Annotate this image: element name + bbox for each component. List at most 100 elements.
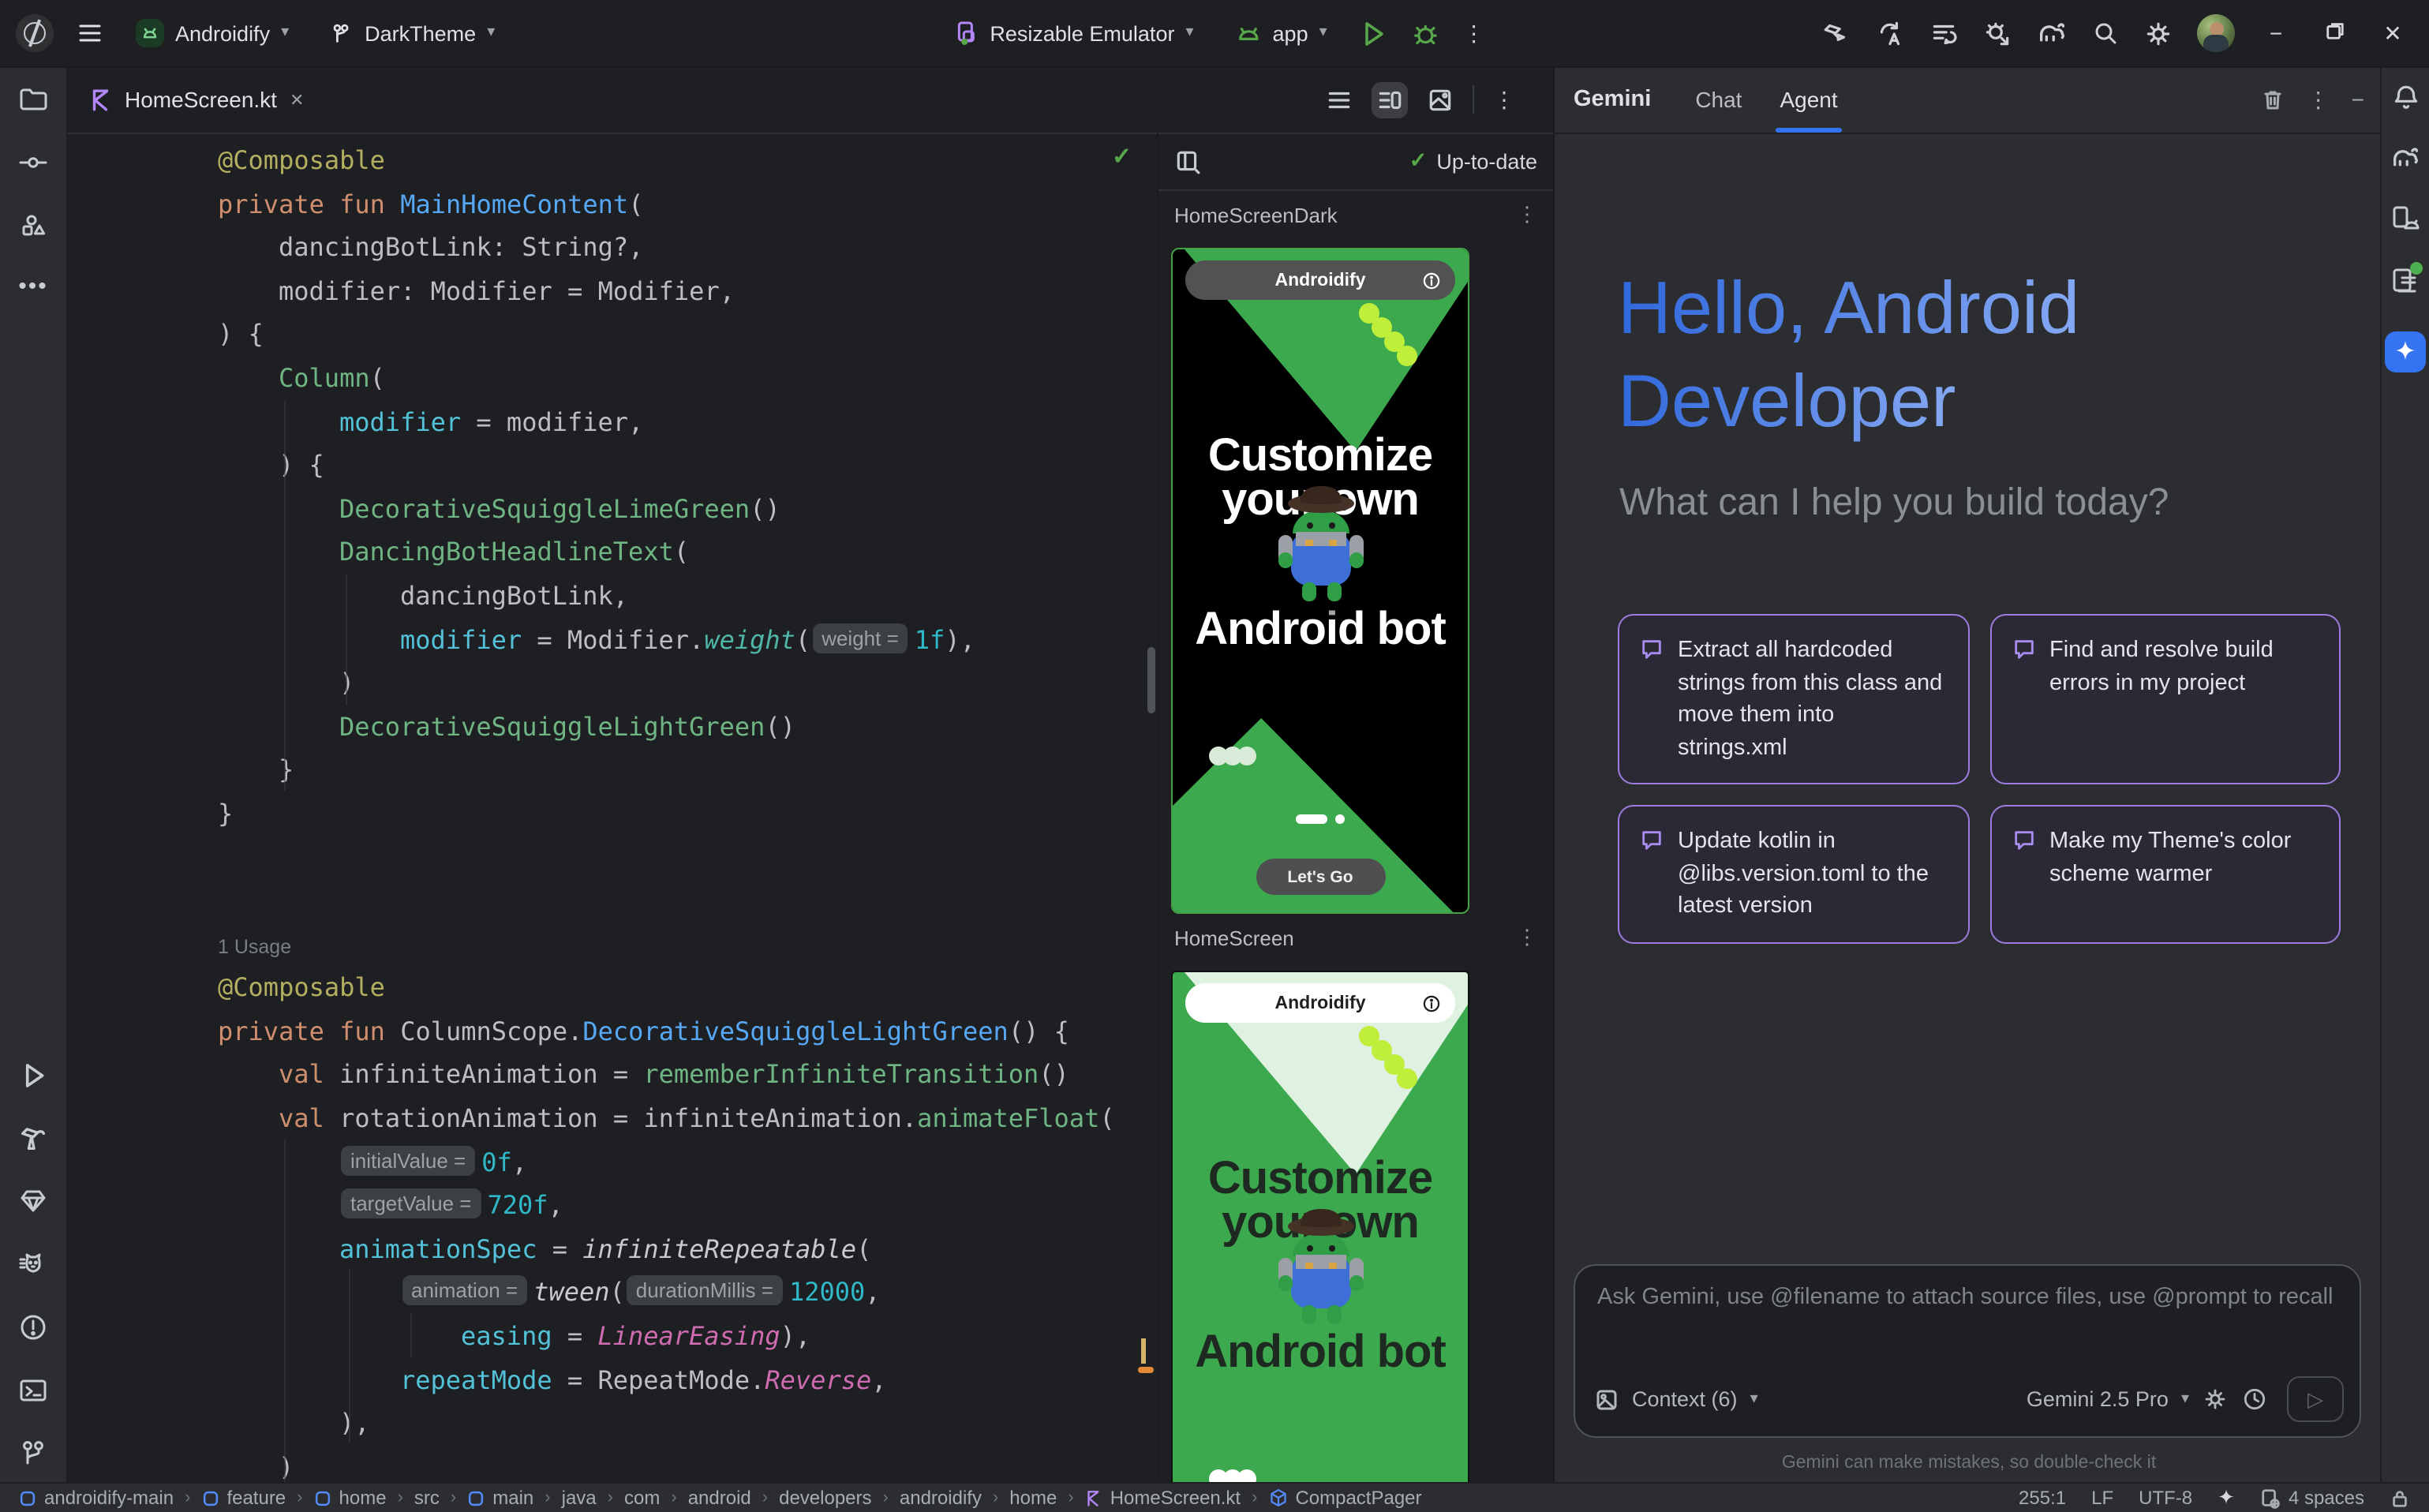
- code-line[interactable]: private fun ColumnScope.DecorativeSquigg…: [66, 1010, 1157, 1054]
- code-line[interactable]: @Composable: [66, 967, 1157, 1010]
- gradle-sync-icon[interactable]: [2036, 17, 2068, 49]
- file-encoding[interactable]: UTF-8: [2139, 1487, 2192, 1509]
- code-line[interactable]: DancingBotHeadlineText(: [66, 531, 1157, 574]
- device-selector[interactable]: Resizable Emulator ▾: [944, 14, 1203, 52]
- user-avatar[interactable]: [2197, 14, 2235, 52]
- close-tab-icon[interactable]: ✕: [290, 89, 304, 110]
- notifications-bell-icon[interactable]: [2390, 82, 2420, 112]
- preview-options-icon[interactable]: ⋮: [1517, 925, 1537, 950]
- code-line[interactable]: initialValue =0f,: [66, 1140, 1157, 1184]
- panel-options-icon[interactable]: ⋮: [2307, 86, 2330, 113]
- breadcrumb-item[interactable]: com: [624, 1487, 660, 1509]
- commit-tool-icon[interactable]: [17, 147, 49, 178]
- gemini-suggestion-card[interactable]: Find and resolve build errors in my proj…: [1989, 614, 2341, 785]
- version-control-icon[interactable]: [17, 1438, 49, 1469]
- gemini-tab-agent[interactable]: Agent: [1761, 66, 1856, 133]
- preview-layout-icon[interactable]: [1174, 148, 1201, 174]
- breadcrumb-item[interactable]: CompactPager: [1268, 1487, 1421, 1509]
- breadcrumb-item[interactable]: androidify: [900, 1487, 982, 1509]
- running-devices-icon[interactable]: [2390, 265, 2421, 301]
- code-line[interactable]: dancingBotLink: String?,: [66, 226, 1157, 269]
- breadcrumb-item[interactable]: HomeScreen.kt: [1085, 1487, 1241, 1509]
- code-line[interactable]: DecorativeSquiggleLightGreen(): [66, 705, 1157, 748]
- ai-sparkle-icon[interactable]: ✦: [2218, 1485, 2235, 1510]
- more-actions-icon[interactable]: ⋮: [1463, 20, 1485, 47]
- code-line[interactable]: }: [66, 749, 1157, 792]
- code-line[interactable]: [66, 836, 1157, 879]
- gemini-suggestion-card[interactable]: Extract all hardcoded strings from this …: [1618, 614, 1969, 785]
- gemini-prompt-input[interactable]: Ask Gemini, use @filename to attach sour…: [1574, 1264, 2361, 1438]
- inspections-ok-icon[interactable]: ✓: [1112, 142, 1132, 170]
- gradle-tool-icon[interactable]: [2390, 142, 2421, 174]
- branch-selector[interactable]: DarkTheme ▾: [320, 15, 504, 51]
- code-line[interactable]: animationSpec = infiniteRepeatable(: [66, 1228, 1157, 1271]
- run-tool-icon[interactable]: [18, 1061, 48, 1091]
- code-line[interactable]: 1 Usage: [66, 923, 1157, 966]
- code-line[interactable]: Column(: [66, 357, 1157, 400]
- caret-position[interactable]: 255:1: [2019, 1487, 2066, 1509]
- code-line[interactable]: [66, 879, 1157, 923]
- breadcrumb-item[interactable]: main: [467, 1487, 533, 1509]
- code-line[interactable]: ): [66, 661, 1157, 705]
- window-minimize-button[interactable]: −: [2259, 21, 2293, 46]
- code-line[interactable]: val infiniteAnimation = rememberInfinite…: [66, 1054, 1157, 1097]
- terminal-tool-icon[interactable]: [17, 1375, 49, 1406]
- breadcrumb-item[interactable]: developers: [779, 1487, 871, 1509]
- lets-go-button[interactable]: Let's Go: [1256, 859, 1385, 895]
- code-line[interactable]: ) {: [66, 313, 1157, 357]
- model-selector[interactable]: Gemini 2.5 Pro: [2027, 1387, 2169, 1411]
- clear-chat-icon[interactable]: [2260, 87, 2285, 112]
- code-line[interactable]: }: [66, 792, 1157, 836]
- code-line[interactable]: modifier = Modifier.weight(weight =1f),: [66, 618, 1157, 661]
- hide-panel-icon[interactable]: −: [2352, 87, 2364, 112]
- settings-gear-icon[interactable]: [2143, 18, 2173, 48]
- editor-scrollbar[interactable]: [1147, 647, 1155, 713]
- debug-button[interactable]: [1411, 18, 1441, 48]
- window-close-button[interactable]: ✕: [2375, 20, 2410, 47]
- info-icon[interactable]: [1422, 271, 1441, 290]
- design-view-icon[interactable]: [1427, 86, 1454, 113]
- context-chip[interactable]: Context (6): [1632, 1387, 1738, 1411]
- breadcrumb-item[interactable]: java: [562, 1487, 597, 1509]
- code-line[interactable]: val rotationAnimation = infiniteAnimatio…: [66, 1097, 1157, 1140]
- code-line[interactable]: repeatMode = RepeatMode.Reverse,: [66, 1358, 1157, 1402]
- attach-context-icon[interactable]: [1594, 1387, 1619, 1412]
- editor-options-icon[interactable]: ⋮: [1493, 86, 1515, 113]
- gemini-suggestion-card[interactable]: Update kotlin in @libs.version.toml to t…: [1618, 806, 1969, 944]
- code-line[interactable]: @Composable: [66, 139, 1157, 182]
- code-line[interactable]: easing = LinearEasing),: [66, 1315, 1157, 1358]
- code-line[interactable]: modifier = modifier,: [66, 400, 1157, 443]
- code-line[interactable]: ): [66, 1446, 1157, 1484]
- build-icon[interactable]: [1821, 18, 1851, 48]
- line-ending[interactable]: LF: [2091, 1487, 2113, 1509]
- breadcrumb-item[interactable]: src: [414, 1487, 440, 1509]
- code-editor[interactable]: @Composableprivate fun MainHomeContent(d…: [66, 133, 1157, 1484]
- window-restore-button[interactable]: [2317, 21, 2352, 46]
- run-config-selector[interactable]: app ▾: [1226, 13, 1337, 53]
- tab-homescreen-kt[interactable]: HomeScreen.kt ✕: [66, 66, 326, 133]
- code-content[interactable]: @Composableprivate fun MainHomeContent(d…: [66, 133, 1157, 1484]
- attach-debugger-icon[interactable]: [1982, 18, 2012, 48]
- breadcrumb-item[interactable]: androidify-main: [19, 1487, 174, 1509]
- breadcrumb-item[interactable]: android: [688, 1487, 751, 1509]
- code-line[interactable]: animation =tween(durationMillis =12000,: [66, 1271, 1157, 1315]
- history-icon[interactable]: [2241, 1386, 2268, 1413]
- gemini-tool-icon[interactable]: [2385, 331, 2426, 372]
- file-lock-icon[interactable]: [2390, 1488, 2410, 1508]
- breadcrumb-item[interactable]: home: [314, 1487, 387, 1509]
- build-tool-icon[interactable]: [17, 1122, 49, 1154]
- more-tool-windows-icon[interactable]: •••: [18, 273, 48, 300]
- build-variants-icon[interactable]: [1929, 18, 1959, 48]
- preview-homescreendark[interactable]: Androidify Customize your own: [1171, 248, 1469, 914]
- send-button[interactable]: ▷: [2287, 1376, 2344, 1422]
- code-line[interactable]: private fun MainHomeContent(: [66, 182, 1157, 226]
- preview-homescreen[interactable]: Androidify Customize your own: [1171, 971, 1469, 1484]
- search-everywhere-icon[interactable]: [2091, 19, 2120, 47]
- sync-project-icon[interactable]: [1875, 18, 1905, 48]
- resource-manager-icon[interactable]: [17, 210, 49, 241]
- code-line[interactable]: ),: [66, 1402, 1157, 1445]
- breadcrumb-item[interactable]: home: [1009, 1487, 1057, 1509]
- code-line[interactable]: ) {: [66, 443, 1157, 487]
- info-icon[interactable]: [1422, 994, 1441, 1012]
- gemini-suggestion-card[interactable]: Make my Theme's color scheme warmer: [1989, 806, 2341, 944]
